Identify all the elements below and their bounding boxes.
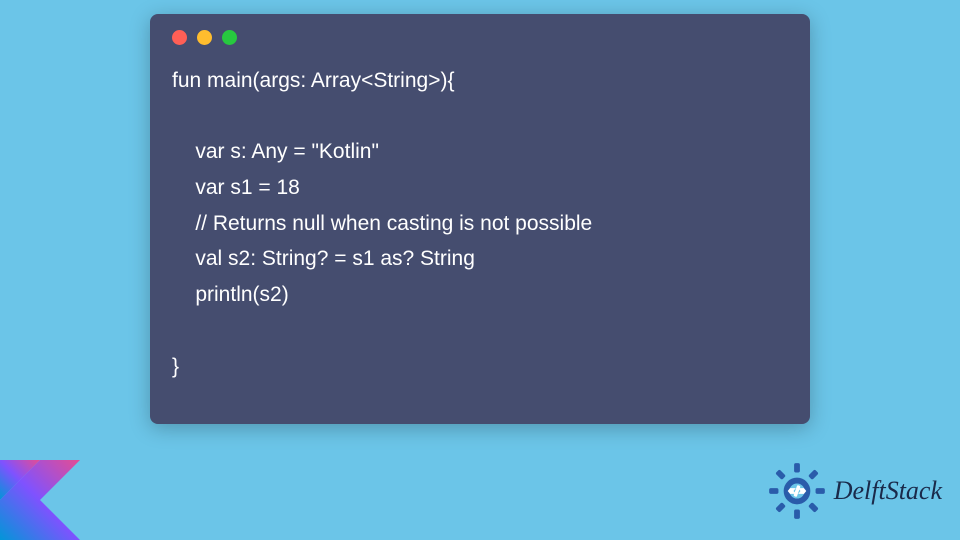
maximize-dot-icon bbox=[222, 30, 237, 45]
close-dot-icon bbox=[172, 30, 187, 45]
code-line-4: var s1 = 18 bbox=[172, 176, 300, 199]
code-line-9: } bbox=[172, 355, 179, 378]
code-line-7: println(s2) bbox=[172, 283, 289, 306]
brand: DelftStack bbox=[768, 462, 942, 520]
code-line-3: var s: Any = "Kotlin" bbox=[172, 140, 379, 163]
code-block: fun main(args: Array<String>){ var s: An… bbox=[172, 63, 788, 384]
kotlin-logo-icon bbox=[0, 460, 80, 540]
code-line-5: // Returns null when casting is not poss… bbox=[172, 212, 592, 235]
window-controls bbox=[172, 30, 788, 45]
minimize-dot-icon bbox=[197, 30, 212, 45]
brand-name: DelftStack bbox=[834, 476, 942, 506]
code-line-6: val s2: String? = s1 as? String bbox=[172, 247, 475, 270]
code-line-1: fun main(args: Array<String>){ bbox=[172, 69, 454, 92]
code-window: fun main(args: Array<String>){ var s: An… bbox=[150, 14, 810, 424]
brand-gear-icon bbox=[768, 462, 826, 520]
